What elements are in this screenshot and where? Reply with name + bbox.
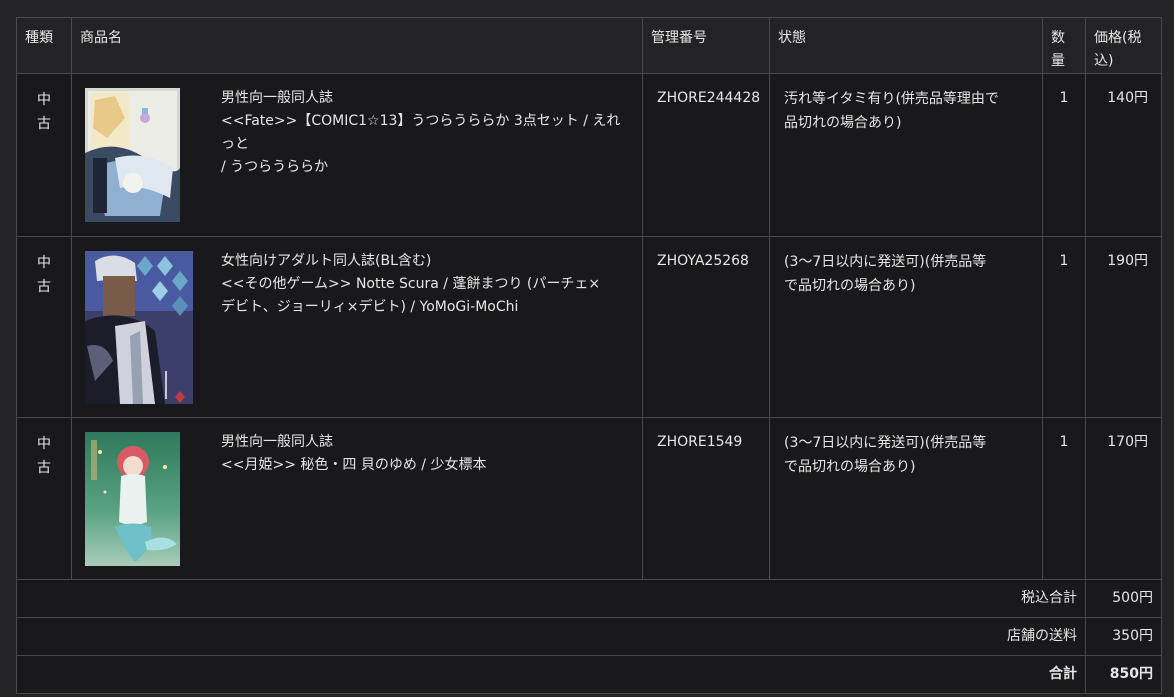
item-title-line2: / うつらうららか [221,159,329,175]
item-price: 190円 [1085,236,1162,418]
table-row: 中古 [16,417,1162,580]
header-kind: 種類 [16,17,72,74]
item-status: (3〜7日以内に発送可)(併売品等 で品切れの場合あり) [769,236,1043,418]
item-kind-line2: 古 [37,460,51,476]
item-status-line1: 汚れ等イタミ有り(併売品等理由で [784,91,999,107]
item-product: 女性向けアダルト同人誌(BL含む) <<その他ゲーム>> Notte Scura… [71,236,643,418]
header-status: 状態 [769,17,1043,74]
item-kind-line1: 中 [37,92,51,108]
item-kind-line2: 古 [37,279,51,295]
item-kind: 中古 [16,236,72,418]
book-cover-fate-icon [85,88,180,222]
item-category: 女性向けアダルト同人誌(BL含む) [221,253,432,269]
item-category: 男性向一般同人誌 [221,434,333,450]
item-status-line2: で品切れの場合あり) [784,278,916,294]
book-cover-kai-no-yume-icon [85,432,180,566]
item-description: 男性向一般同人誌 <<月姫>> 秘色・四 貝のゆめ / 少女標本 [221,418,642,477]
shipping-row: 店舗の送料 350円 [16,617,1162,656]
cart-table: 種類 商品名 管理番号 状態 数量 価格(税 込) 中古 男性向一般同人誌 <<… [16,17,1162,694]
header-price: 価格(税込) [1085,17,1162,74]
item-price: 140円 [1085,73,1162,237]
item-qty: 1 [1042,417,1086,580]
item-product: 男性向一般同人誌 <<月姫>> 秘色・四 貝のゆめ / 少女標本 [71,417,643,580]
header-qty-line2: 量 [1051,53,1065,69]
item-price: 170円 [1085,417,1162,580]
item-status-line1: (3〜7日以内に発送可)(併売品等 [784,254,987,270]
item-mgmt-no: ZHORE1549 [642,417,770,580]
item-kind: 中古 [16,73,72,237]
item-kind-line1: 中 [37,255,51,271]
shipping-value: 350円 [1085,617,1162,656]
item-title-link[interactable]: <<その他ゲーム>> Notte Scura / 蓬餅まつり (パーチェ× デビ… [221,273,634,319]
item-status-line2: 品切れの場合あり) [784,115,902,131]
item-title-line1: <<月姫>> 秘色・四 貝のゆめ / 少女標本 [221,457,487,473]
cart-table-container: 種類 商品名 管理番号 状態 数量 価格(税 込) 中古 男性向一般同人誌 <<… [16,17,1162,694]
table-row: 中古 [16,236,1162,418]
shipping-label: 店舗の送料 [16,617,1086,656]
item-title-line1: <<その他ゲーム>> Notte Scura / 蓬餅まつり (パーチェ× [221,276,601,292]
item-title-link[interactable]: <<Fate>>【COMIC1☆13】うつらうららか 3点セット / えれっと … [221,110,634,179]
item-title-link[interactable]: <<月姫>> 秘色・四 貝のゆめ / 少女標本 [221,454,634,477]
header-product: 商品名 [71,17,643,74]
item-mgmt-no: ZHORE244428 [642,73,770,237]
subtotal-row: 税込合計 500円 [16,579,1162,618]
item-description: 女性向けアダルト同人誌(BL含む) <<その他ゲーム>> Notte Scura… [221,237,642,319]
item-thumbnail-link[interactable] [85,251,193,404]
item-product: 男性向一般同人誌 <<Fate>>【COMIC1☆13】うつらうららか 3点セッ… [71,73,643,237]
header-mgmt: 管理番号 [642,17,770,74]
item-status-line2: で品切れの場合あり) [784,459,916,475]
header-qty-line1: 数 [1051,30,1065,46]
header-qty: 数量 [1042,17,1086,74]
book-cover-notte-scura-icon [85,251,193,404]
item-status: 汚れ等イタミ有り(併売品等理由で 品切れの場合あり) [769,73,1043,237]
item-status-line1: (3〜7日以内に発送可)(併売品等 [784,435,987,451]
table-row: 中古 [16,73,1162,237]
item-description: 男性向一般同人誌 <<Fate>>【COMIC1☆13】うつらうららか 3点セッ… [221,74,642,179]
item-thumbnail-link[interactable] [85,88,180,222]
item-qty: 1 [1042,236,1086,418]
item-category: 男性向一般同人誌 [221,90,333,106]
item-status: (3〜7日以内に発送可)(併売品等 で品切れの場合あり) [769,417,1043,580]
total-row: 合計 850円 [16,655,1162,694]
item-thumbnail-link[interactable] [85,432,180,566]
item-mgmt-no: ZHOYA25268 [642,236,770,418]
item-kind: 中古 [16,417,72,580]
table-header-row: 種類 商品名 管理番号 状態 数量 価格(税込) [16,17,1162,74]
item-kind-line2: 古 [37,116,51,132]
header-price-line2: 込) [1094,53,1114,69]
total-label: 合計 [16,655,1086,694]
item-title-line1: <<Fate>>【COMIC1☆13】うつらうららか 3点セット / えれっと [221,113,621,152]
total-value: 850円 [1085,655,1162,694]
header-price-line1: 価格(税 [1094,30,1142,46]
subtotal-value: 500円 [1085,579,1162,618]
item-qty: 1 [1042,73,1086,237]
item-title-line2: デビト、ジョーリィ×デビト) / YoMoGi-MoChi [221,299,519,315]
subtotal-label: 税込合計 [16,579,1086,618]
item-kind-line1: 中 [37,436,51,452]
